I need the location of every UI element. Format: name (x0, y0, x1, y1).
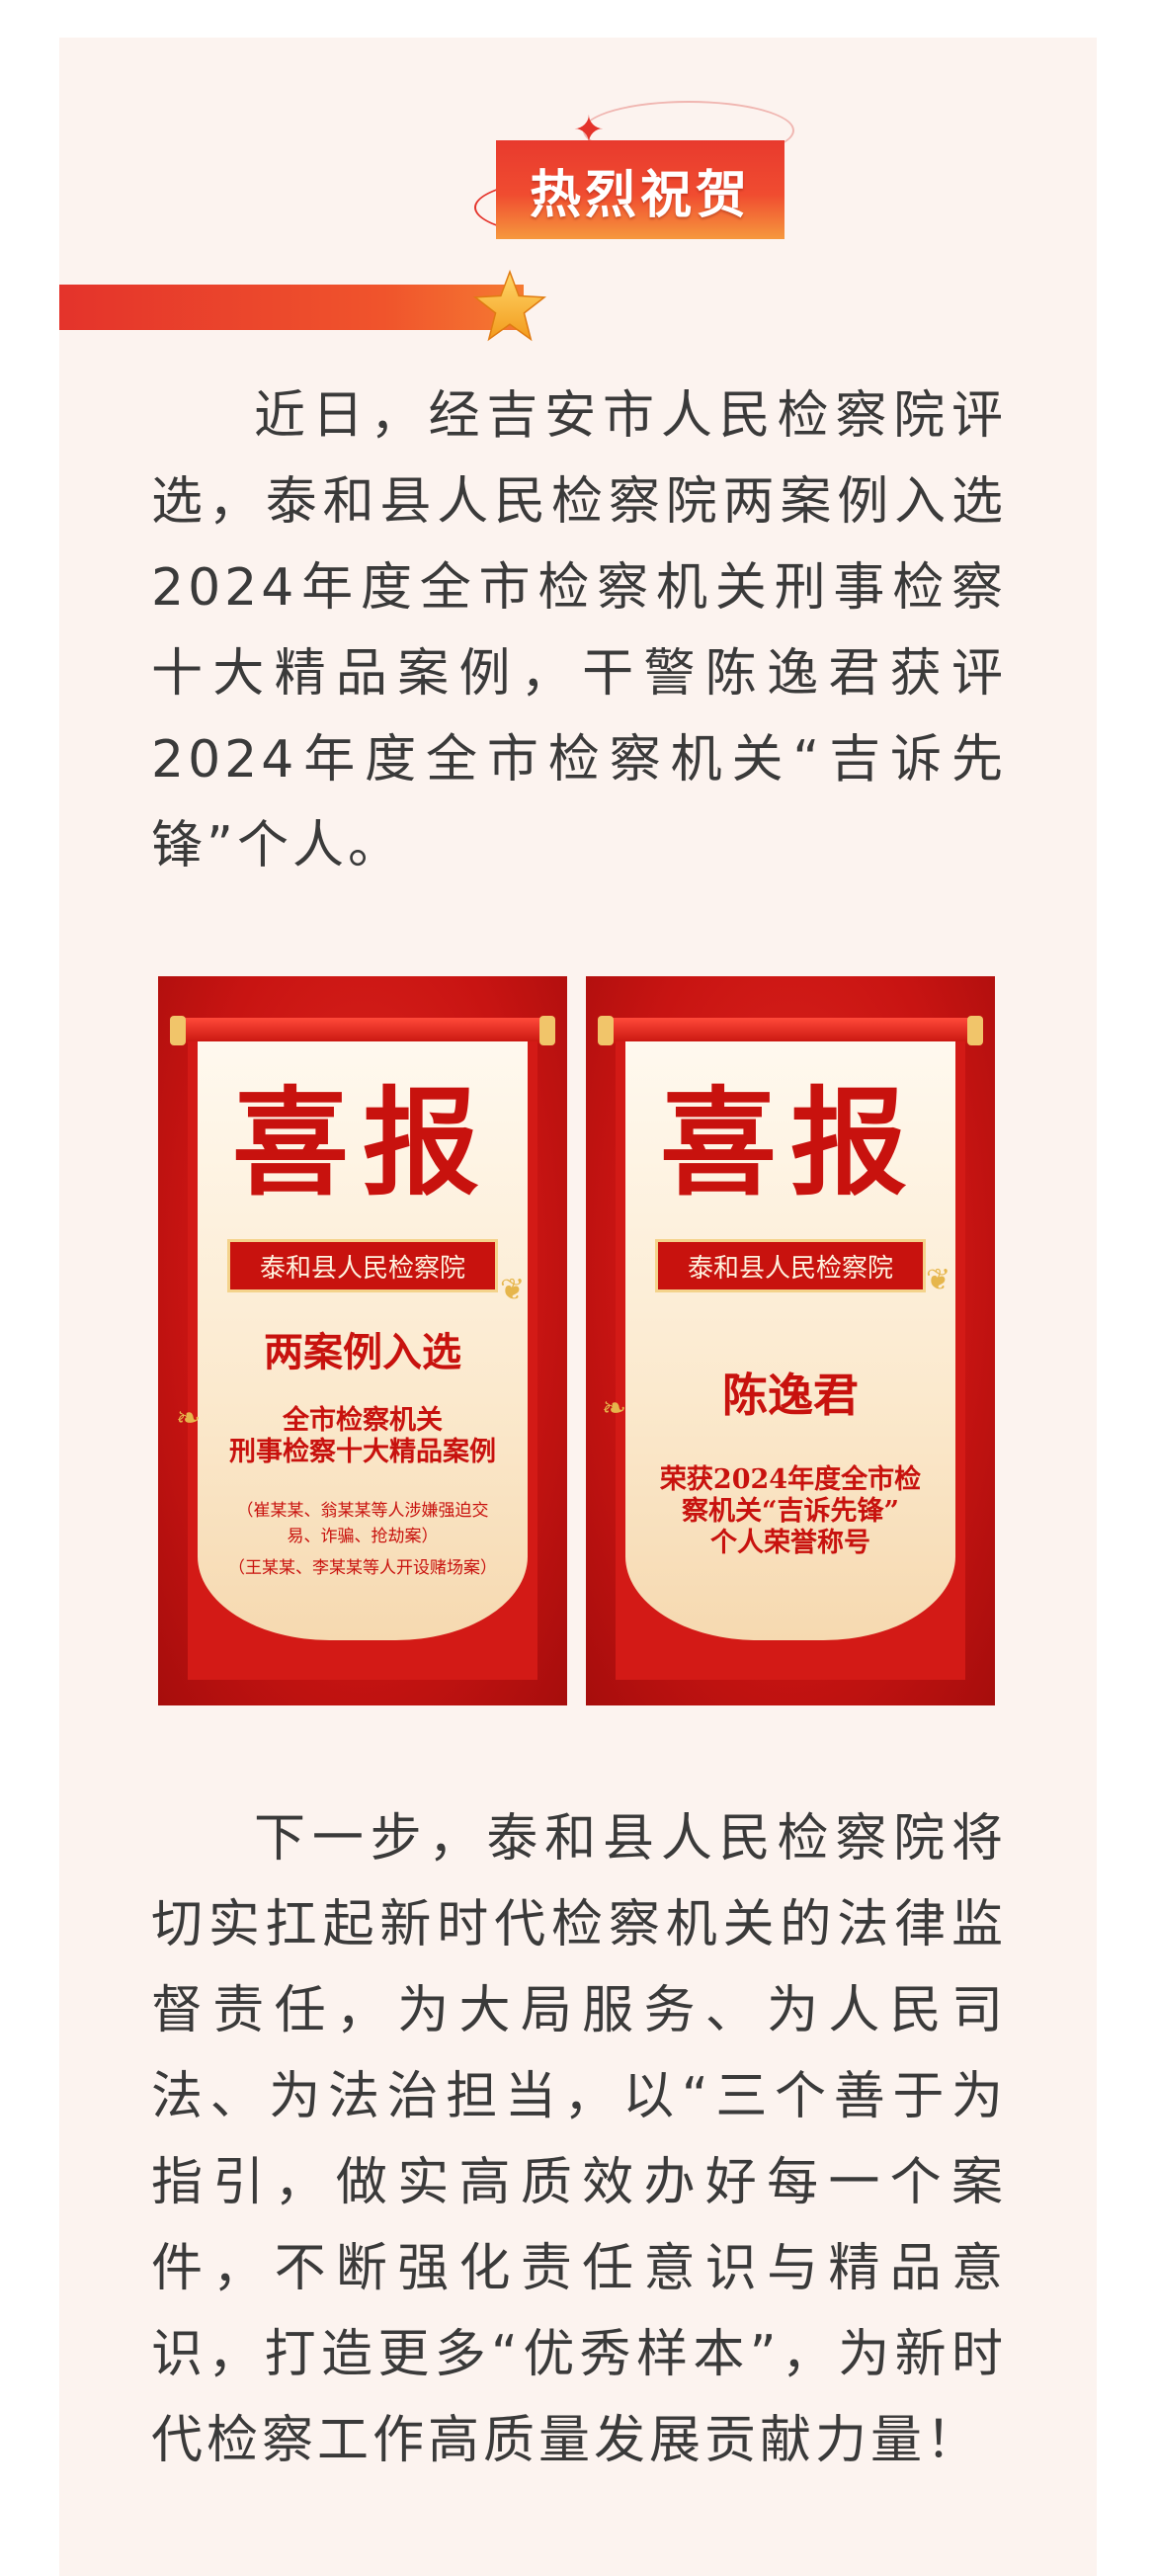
poster-cases: 喜报 泰和县人民检察院 两案例入选 全市检察机关 刑事检察十大精品案例 （崔某某… (158, 976, 567, 1705)
poster-note: 易、诈骗、抢劫案） (287, 1527, 439, 1546)
poster-title: 喜报 (659, 1074, 921, 1211)
ribbon-curl-icon: ❧ (602, 1391, 627, 1426)
scroll-paper: 喜报 泰和县人民检察院 陈逸君 荣获2024年度全市检 察机关“吉诉先锋” 个人… (625, 1041, 955, 1640)
poster-headline: 两案例入选 (264, 1329, 461, 1375)
header-badge: 热烈祝贺 (496, 140, 784, 239)
org-banner: 泰和县人民检察院 (655, 1239, 926, 1292)
scroll-frame: 喜报 泰和县人民检察院 陈逸君 荣获2024年度全市检 察机关“吉诉先锋” 个人… (616, 1041, 965, 1680)
ribbon-bar (59, 285, 524, 330)
header-badge-group: ✦ 热烈祝贺 (474, 67, 800, 265)
paragraph-intro: 近日，经吉安市人民检察院评选，泰和县人民检察院两案例入选2024年度全市检察机关… (151, 386, 1007, 875)
poster-subline: 荣获2024年度全市检 (659, 1464, 922, 1495)
paragraph-outlook: 下一步，泰和县人民检察院将切实扛起新时代检察机关的法律监督责任，为大局服务、为人… (151, 1809, 1007, 2470)
rod-cap (967, 1016, 983, 1045)
poster-headline: 陈逸君 (722, 1369, 859, 1422)
ribbon-curl-icon: ❧ (176, 1401, 202, 1436)
scroll-paper: 喜报 泰和县人民检察院 两案例入选 全市检察机关 刑事检察十大精品案例 （崔某某… (198, 1041, 528, 1640)
poster-subline: 个人荣誉称号 (710, 1528, 870, 1558)
scroll-rod (598, 1018, 983, 1043)
rod-cap (598, 1016, 614, 1045)
star-icon (472, 269, 547, 342)
poster-subline: 全市检察机关 (283, 1405, 443, 1436)
poster-note: （王某某、李某某等人开设赌场案） (228, 1558, 497, 1578)
article-card: ✦ 热烈祝贺 近日，经吉安市人民检察院评选，泰和县人民检察院两案例入选2024年… (59, 38, 1097, 2576)
ribbon-curl-icon: ❦ (500, 1273, 526, 1307)
scroll-frame: 喜报 泰和县人民检察院 两案例入选 全市检察机关 刑事检察十大精品案例 （崔某某… (188, 1041, 537, 1680)
rod-cap (170, 1016, 186, 1045)
poster-subline: 刑事检察十大精品案例 (229, 1437, 496, 1467)
ribbon-curl-icon: ❦ (926, 1263, 951, 1297)
poster-award: 喜报 泰和县人民检察院 陈逸君 荣获2024年度全市检 察机关“吉诉先锋” 个人… (586, 976, 995, 1705)
rod-cap (539, 1016, 555, 1045)
poster-title: 喜报 (231, 1074, 493, 1211)
poster-subline: 察机关“吉诉先锋” (681, 1496, 900, 1527)
scroll-rod (170, 1018, 555, 1043)
org-banner: 泰和县人民检察院 (227, 1239, 498, 1292)
poster-note: （崔某某、翁某某等人涉嫌强迫交 (236, 1501, 489, 1521)
